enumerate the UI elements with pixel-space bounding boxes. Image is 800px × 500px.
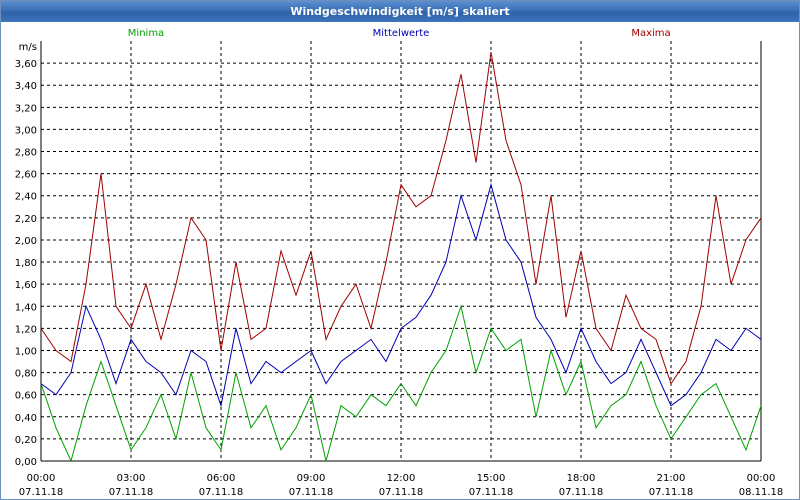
- y-tick-label: 3,20: [15, 103, 37, 114]
- y-tick-label: 1,60: [15, 280, 37, 291]
- chart: 0,00 0,20 0,40 0,60 0,80 1,00 1,20 1,40 1,60 1,80…: [15, 28, 784, 498]
- y-tick-label: 1,40: [15, 302, 37, 313]
- y-tick-label: 0,60: [15, 391, 37, 402]
- x-tick-date: 07.11.18: [379, 487, 424, 498]
- y-tick-label: 2,80: [15, 148, 37, 159]
- x-tick-time: 21:00: [657, 473, 686, 484]
- legend: Minima Mittelwerte Maxima: [128, 28, 671, 39]
- x-tick-date: 07.11.18: [649, 487, 694, 498]
- x-tick-time: 18:00: [567, 473, 596, 484]
- x-tick-time: 06:00: [207, 473, 236, 484]
- y-axis-label: m/s: [19, 42, 37, 53]
- x-tick-time: 00:00: [747, 473, 776, 484]
- y-tick-label: 2,60: [15, 170, 37, 181]
- x-tick-date: 08.11.18: [739, 487, 784, 498]
- y-tick-label: 1,20: [15, 324, 37, 335]
- y-tick-label: 0,80: [15, 369, 37, 380]
- y-tick-label: 3,40: [15, 81, 37, 92]
- tick-labels: 0,00 0,20 0,40 0,60 0,80 1,00 1,20 1,40 1,60 1,80…: [15, 42, 784, 498]
- x-tick-date: 07.11.18: [19, 487, 64, 498]
- x-tick-date: 07.11.18: [469, 487, 514, 498]
- y-tick-label: 2,00: [15, 236, 37, 247]
- x-tick-time: 12:00: [387, 473, 416, 484]
- legend-entry-mittelwerte: Mittelwerte: [373, 28, 430, 39]
- y-tick-label: 0,20: [15, 435, 37, 446]
- x-tick-date: 07.11.18: [289, 487, 334, 498]
- x-tick-date: 07.11.18: [109, 487, 154, 498]
- y-tick-label: 2,40: [15, 192, 37, 203]
- x-tick-time: 09:00: [297, 473, 326, 484]
- x-tick-time: 15:00: [477, 473, 506, 484]
- x-tick-time: 00:00: [27, 473, 56, 484]
- y-tick-label: 3,00: [15, 125, 37, 136]
- legend-entry-minima: Minima: [128, 28, 164, 39]
- chart-window: Windgeschwindigkeit [m/s] skaliert 0,00 0…: [0, 0, 800, 500]
- y-tick-label: 3,60: [15, 59, 37, 70]
- x-tick-date: 07.11.18: [199, 487, 244, 498]
- y-tick-label: 1,80: [15, 258, 37, 269]
- legend-entry-maxima: Maxima: [631, 28, 670, 39]
- x-tick-date: 07.11.18: [559, 487, 604, 498]
- y-tick-label: 0,00: [15, 457, 37, 468]
- y-tick-label: 2,20: [15, 214, 37, 225]
- y-tick-label: 1,00: [15, 346, 37, 357]
- y-tick-label: 0,40: [15, 413, 37, 424]
- x-tick-time: 03:00: [117, 473, 146, 484]
